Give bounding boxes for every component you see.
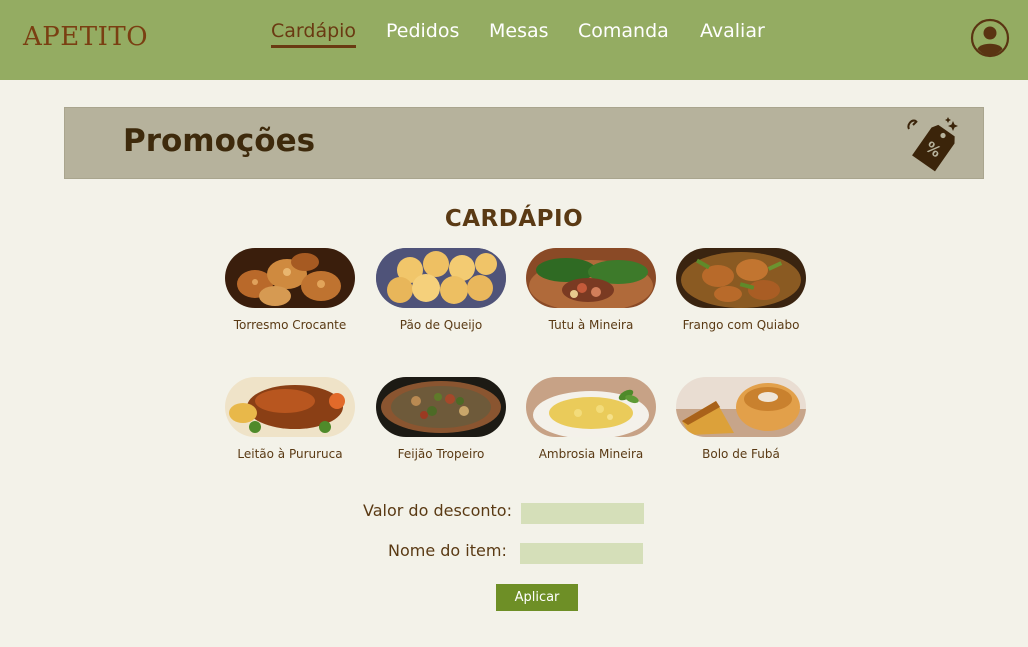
- frango-photo: [676, 248, 806, 308]
- menu-item-tutu[interactable]: Tutu à Mineira: [516, 248, 666, 332]
- user-circle-icon[interactable]: [970, 18, 1010, 58]
- menu-item-label: Ambrosia Mineira: [538, 447, 644, 461]
- discount-label: Valor do desconto:: [363, 501, 512, 520]
- menu-item-bolo[interactable]: Bolo de Fubá: [666, 377, 816, 461]
- ambrosia-photo: [526, 377, 656, 437]
- tutu-photo: [526, 248, 656, 308]
- menu-item-label: Frango com Quiabo: [682, 318, 800, 332]
- item-name-label: Nome do item:: [388, 541, 507, 560]
- discount-tag-icon: %: [903, 113, 965, 175]
- pao-de-queijo-photo: [376, 248, 506, 308]
- torresmo-photo: [225, 248, 355, 308]
- item-name-input[interactable]: [520, 543, 643, 564]
- menu-item-label: Pão de Queijo: [399, 318, 483, 332]
- bolo-photo: [676, 377, 806, 437]
- menu-item-feijao[interactable]: Feijão Tropeiro: [366, 377, 516, 461]
- menu-item-label: Leitão à Pururuca: [237, 447, 343, 461]
- top-navigation-bar: APETITO Cardápio Pedidos Mesas Comanda A…: [0, 0, 1028, 80]
- apply-button[interactable]: Aplicar: [496, 584, 578, 611]
- nav-link-mesas[interactable]: Mesas: [489, 20, 549, 42]
- menu-item-ambrosia[interactable]: Ambrosia Mineira: [516, 377, 666, 461]
- menu-item-leitao[interactable]: Leitão à Pururuca: [215, 377, 365, 461]
- menu-item-label: Feijão Tropeiro: [397, 447, 485, 461]
- nav-link-avaliar[interactable]: Avaliar: [700, 20, 765, 42]
- promotions-banner: Promoções %: [64, 107, 984, 179]
- menu-item-frango[interactable]: Frango com Quiabo: [666, 248, 816, 332]
- menu-item-label: Bolo de Fubá: [702, 447, 780, 461]
- discount-value-input[interactable]: [521, 503, 644, 524]
- nav-link-comanda[interactable]: Comanda: [578, 20, 669, 42]
- menu-item-label: Tutu à Mineira: [548, 318, 634, 332]
- feijao-photo: [376, 377, 506, 437]
- nav-link-pedidos[interactable]: Pedidos: [386, 20, 459, 42]
- nav-link-cardapio[interactable]: Cardápio: [271, 20, 357, 48]
- menu-item-label: Torresmo Crocante: [233, 318, 347, 332]
- menu-item-torresmo[interactable]: Torresmo Crocante: [215, 248, 365, 332]
- page-title: Promoções: [123, 123, 316, 159]
- brand-logo[interactable]: APETITO: [23, 22, 148, 52]
- menu-item-pao-de-queijo[interactable]: Pão de Queijo: [366, 248, 516, 332]
- leitao-photo: [225, 377, 355, 437]
- menu-heading: CARDÁPIO: [444, 206, 584, 232]
